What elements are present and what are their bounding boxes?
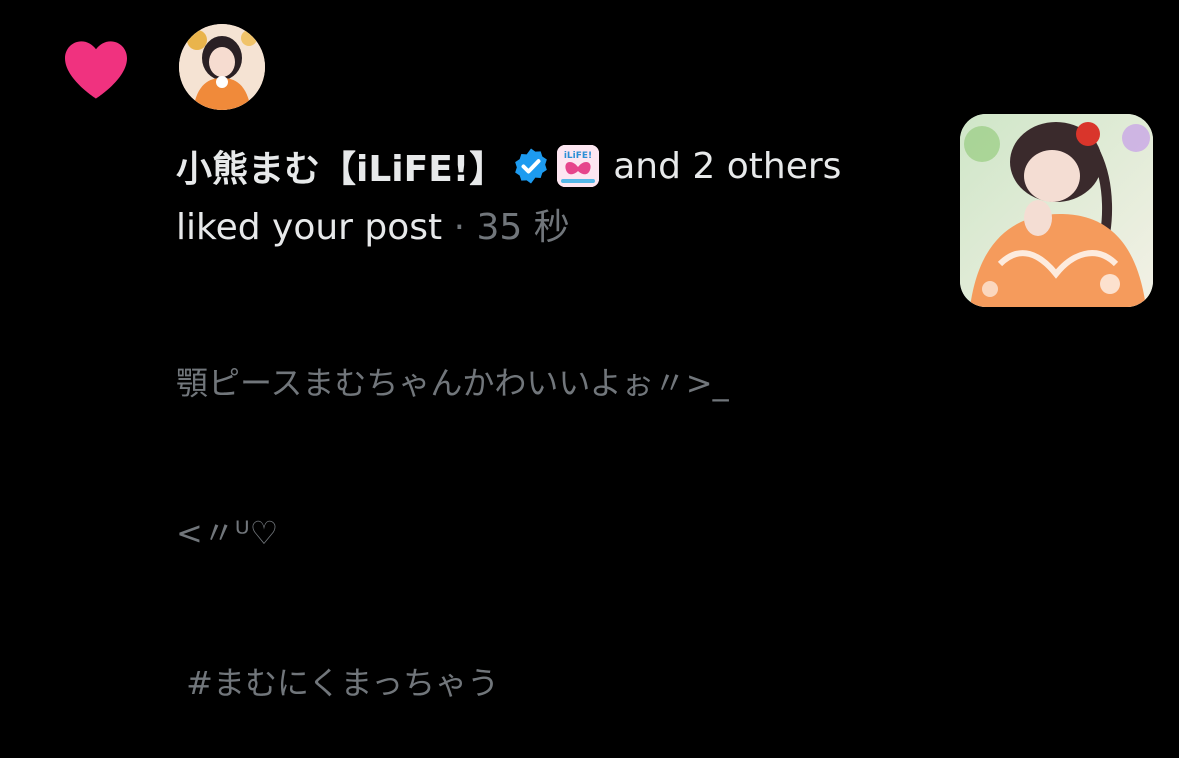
- affiliate-badge-text: iLiFE!: [564, 151, 592, 161]
- post-hashtag: #まむにくまっちゃう: [176, 664, 500, 702]
- user-avatar[interactable]: [179, 24, 265, 110]
- post-text-line: <〃ᵁ♡: [176, 514, 279, 552]
- separator: ·: [453, 207, 477, 248]
- thumbnail-image: [960, 114, 1153, 307]
- others-text: and 2 others: [613, 145, 842, 187]
- heart-icon: [65, 41, 127, 99]
- notification-header: 小熊まむ【iLiFE!】 iLiFE! and 2 others: [176, 142, 841, 190]
- avatar-image: [179, 24, 265, 110]
- post-text-line: 顎ピースまむちゃんかわいいよぉ〃>_: [176, 364, 729, 402]
- post-thumbnail[interactable]: [960, 114, 1153, 307]
- user-name[interactable]: 小熊まむ【iLiFE!】: [176, 140, 505, 192]
- post-snippet[interactable]: 顎ピースまむちゃんかわいいよぉ〃>_ <〃ᵁ♡ #まむにくまっちゃう: [176, 258, 876, 758]
- notification-action: liked your post · 35 秒: [176, 198, 570, 250]
- affiliate-badge-icon: iLiFE!: [557, 145, 600, 187]
- verified-badge-icon: [515, 148, 548, 184]
- action-text: liked your post: [176, 207, 443, 248]
- timestamp: 35 秒: [476, 207, 570, 248]
